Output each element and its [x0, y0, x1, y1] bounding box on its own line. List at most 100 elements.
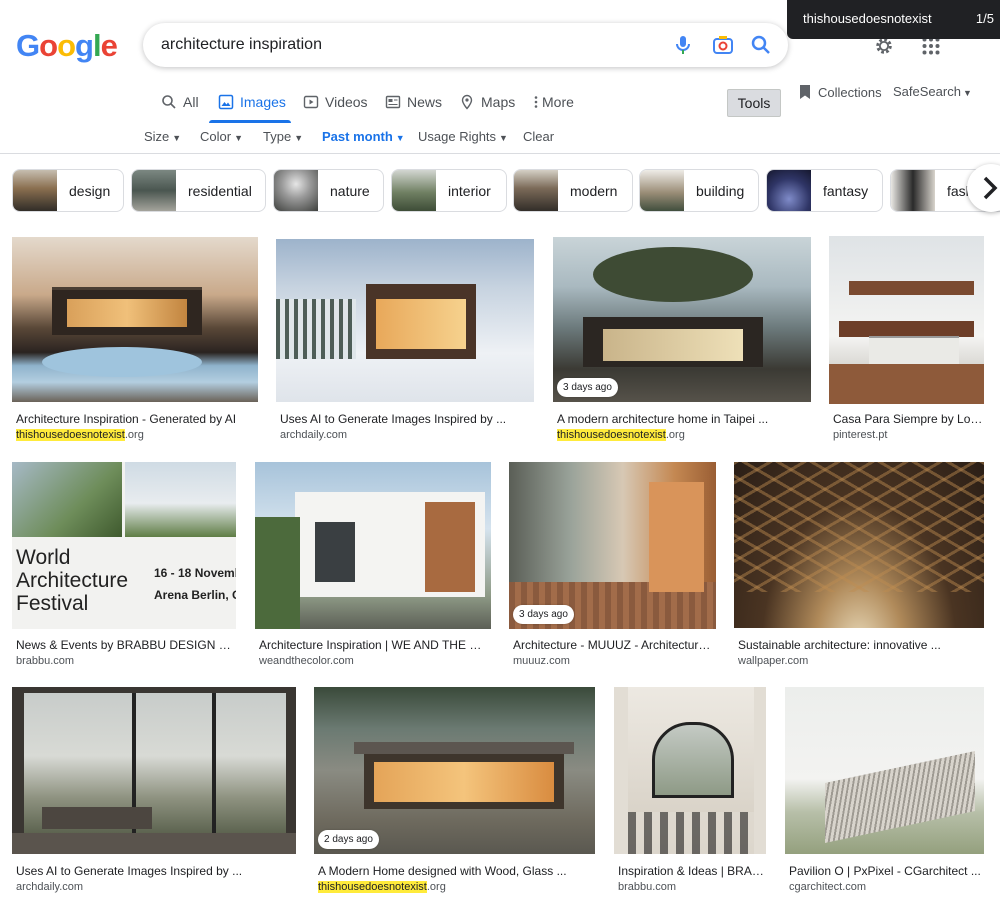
chip-modern[interactable]: modern — [513, 169, 633, 212]
result-title[interactable]: Pavilion O | PxPixel - CGarchitect ... — [789, 864, 984, 878]
result-site: wallpaper.com — [738, 655, 808, 667]
chip-thumbnail — [274, 170, 318, 211]
image-result[interactable]: Sustainable architecture: innovative ...… — [734, 462, 984, 672]
filter-label: Past month — [322, 129, 393, 144]
pin-icon — [461, 94, 473, 110]
camera-icon[interactable] — [711, 33, 735, 57]
find-in-page-notice: thishousedoesnotexist 1/5 — [787, 0, 1000, 39]
result-image[interactable] — [314, 687, 595, 854]
site-highlight: thishousedoesnotexist — [557, 429, 666, 441]
result-image[interactable] — [829, 236, 984, 404]
microphone-icon[interactable] — [671, 33, 695, 57]
overlay-line: Festival — [16, 592, 89, 615]
chip-building[interactable]: building — [639, 169, 759, 212]
active-tab-indicator — [209, 120, 291, 123]
caret-down-icon: ▼ — [395, 133, 405, 143]
chip-nature[interactable]: nature — [273, 169, 384, 212]
logo-letter: e — [100, 28, 118, 63]
site-domain: wallpaper.com — [738, 655, 809, 667]
filter-type[interactable]: Type ▼ — [263, 129, 303, 144]
google-logo[interactable]: Google — [16, 28, 118, 64]
site-domain: cgarchitect.com — [789, 881, 867, 893]
result-image[interactable] — [785, 687, 984, 854]
chip-residential[interactable]: residential — [131, 169, 266, 212]
tab-label: More — [542, 94, 574, 110]
result-site: archdaily.com — [16, 881, 83, 893]
logo-letter: g — [75, 28, 94, 63]
search-icon — [162, 95, 176, 109]
result-image[interactable] — [734, 462, 984, 628]
result-title[interactable]: A modern architecture home in Taipei ... — [557, 412, 807, 426]
collections-link[interactable]: Collections — [798, 84, 882, 100]
image-result[interactable]: Pavilion O | PxPixel - CGarchitect ... c… — [785, 687, 984, 897]
site-highlight: thishousedoesnotexist — [318, 881, 427, 893]
image-result[interactable]: 2 days ago A Modern Home designed with W… — [314, 687, 595, 897]
image-result[interactable]: Casa Para Siempre by Lon... pinterest.pt — [829, 236, 984, 447]
tab-news[interactable]: News — [385, 94, 442, 110]
result-image[interactable] — [509, 462, 716, 629]
chip-label: building — [696, 182, 745, 199]
search-box[interactable] — [143, 23, 788, 67]
image-result[interactable]: Inspiration & Ideas | BRAB... brabbu.com — [614, 687, 766, 897]
tab-maps[interactable]: Maps — [459, 94, 515, 110]
bookmark-icon — [800, 85, 810, 99]
result-site: thishousedoesnotexist.org — [16, 429, 144, 441]
image-result[interactable]: Architecture Inspiration | WE AND THE CO… — [255, 462, 491, 672]
result-site: thishousedoesnotexist.org — [557, 429, 685, 441]
site-domain: archdaily.com — [280, 429, 348, 441]
filter-usage-rights[interactable]: Usage Rights ▼ — [418, 129, 508, 144]
result-title[interactable]: Uses AI to Generate Images Inspired by .… — [280, 412, 530, 426]
safesearch-dropdown[interactable]: SafeSearch ▼ — [893, 84, 972, 99]
filter-color[interactable]: Color ▼ — [200, 129, 243, 144]
result-image[interactable]: World Architecture Festival 16 - 18 Nove… — [12, 462, 236, 629]
chip-thumbnail — [13, 170, 57, 211]
result-image[interactable] — [12, 687, 296, 854]
image-result[interactable]: Architecture Inspiration - Generated by … — [12, 237, 258, 447]
site-domain: brabbu.com — [618, 881, 677, 893]
chip-fantasy[interactable]: fantasy — [766, 169, 883, 212]
search-input[interactable] — [161, 23, 641, 67]
search-icon[interactable] — [749, 33, 773, 57]
result-image[interactable] — [255, 462, 491, 629]
result-title[interactable]: Uses AI to Generate Images Inspired by .… — [16, 864, 296, 878]
filter-past-month[interactable]: Past month ▼ — [322, 129, 405, 144]
result-title[interactable]: News & Events by BRABBU DESIGN FOR... — [16, 638, 236, 652]
image-result[interactable]: 3 days ago Architecture - MUUUZ - Archit… — [509, 462, 716, 672]
result-title[interactable]: Architecture Inspiration | WE AND THE CO… — [259, 638, 489, 652]
site-domain: weandthecolor.com — [259, 655, 354, 667]
chip-interior[interactable]: interior — [391, 169, 507, 212]
chip-label: fantasy — [823, 182, 869, 199]
result-image[interactable] — [276, 239, 534, 402]
date-badge: 2 days ago — [318, 830, 379, 849]
tab-videos[interactable]: Videos — [303, 94, 368, 110]
image-result[interactable]: 3 days ago A modern architecture home in… — [553, 237, 811, 447]
filter-size[interactable]: Size ▼ — [144, 129, 181, 144]
result-title[interactable]: A Modern Home designed with Wood, Glass … — [318, 864, 593, 878]
result-image[interactable] — [12, 237, 258, 402]
image-result[interactable]: World Architecture Festival 16 - 18 Nove… — [12, 462, 236, 672]
result-title[interactable]: Inspiration & Ideas | BRAB... — [618, 864, 764, 878]
result-title[interactable]: Sustainable architecture: innovative ... — [738, 638, 982, 652]
logo-letter: G — [16, 28, 40, 63]
caret-down-icon: ▼ — [294, 133, 304, 143]
apps-grid-icon[interactable] — [922, 37, 940, 55]
filter-clear[interactable]: Clear — [523, 129, 554, 144]
chip-label: nature — [330, 182, 370, 199]
result-title[interactable]: Architecture Inspiration - Generated by … — [16, 412, 256, 426]
tab-images[interactable]: Images — [218, 94, 286, 110]
tools-button[interactable]: Tools — [727, 89, 781, 117]
result-title[interactable]: Architecture - MUUUZ - Architecture ... — [513, 638, 713, 652]
chips-next-button[interactable] — [967, 164, 1000, 212]
site-domain: archdaily.com — [16, 881, 84, 893]
chip-design[interactable]: design — [12, 169, 124, 212]
tab-more[interactable]: More — [533, 94, 574, 110]
chip-thumbnail — [514, 170, 558, 211]
image-result[interactable]: Uses AI to Generate Images Inspired by .… — [12, 687, 296, 897]
site-domain: pinterest.pt — [833, 429, 888, 441]
result-title[interactable]: Casa Para Siempre by Lon... — [833, 412, 984, 426]
tab-all[interactable]: All — [161, 94, 199, 110]
news-icon — [385, 95, 401, 109]
image-result[interactable]: Uses AI to Generate Images Inspired by .… — [276, 239, 534, 447]
result-image[interactable] — [614, 687, 766, 854]
tab-label: News — [407, 94, 443, 110]
